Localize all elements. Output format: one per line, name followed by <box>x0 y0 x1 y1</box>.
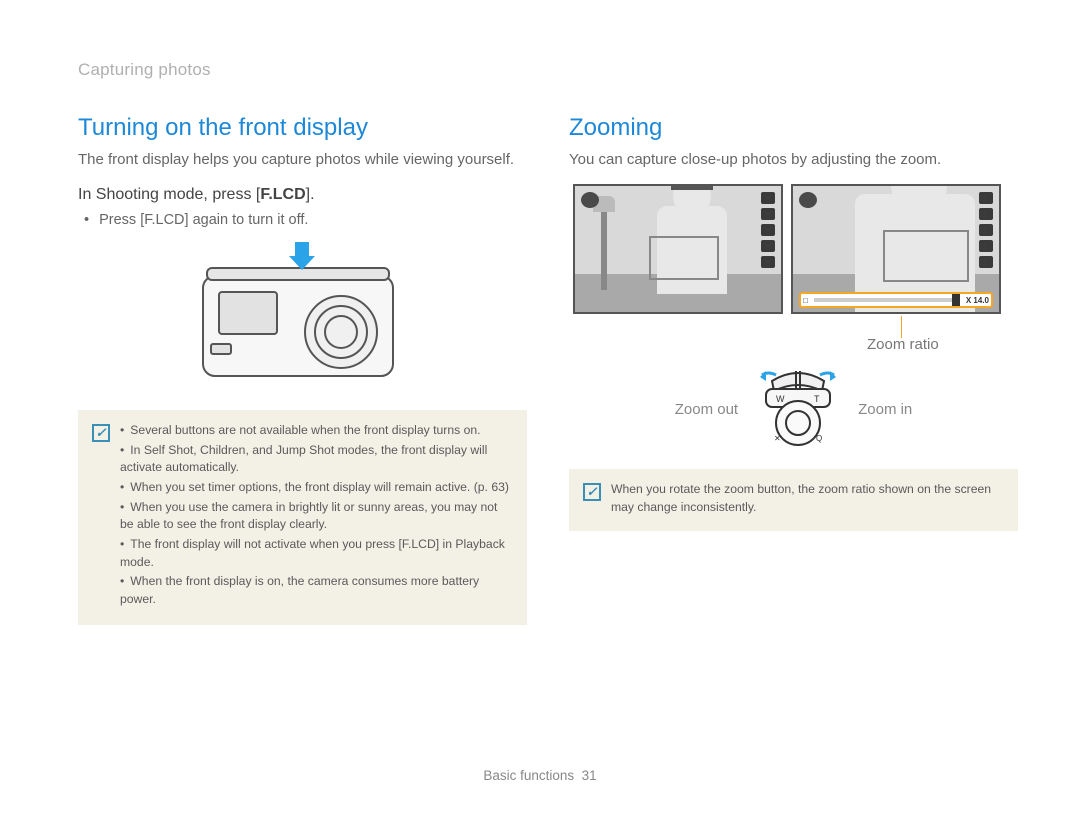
note-item: The front display will not activate when… <box>120 536 513 571</box>
zoom-note-box: ✓ When you rotate the zoom button, the z… <box>569 469 1018 530</box>
section-title-zooming: Zooming <box>569 114 1018 142</box>
zoom-note-text: When you rotate the zoom button, the zoo… <box>611 481 1004 516</box>
zoom-screen-tele: □ X 14.0 <box>791 184 1001 314</box>
note-item: Several buttons are not available when t… <box>120 422 513 440</box>
zoom-dial-row: Zoom out W T <box>569 369 1018 449</box>
svg-text:✕: ✕ <box>774 434 781 443</box>
front-display-notes: Several buttons are not available when t… <box>120 422 513 611</box>
zoom-ratio-bar: □ X 14.0 <box>799 292 993 308</box>
note-icon: ✓ <box>92 424 110 442</box>
note-icon: ✓ <box>583 483 601 501</box>
zoom-dial-illustration: W T ✕ Q <box>752 369 844 449</box>
left-column: Turning on the front display The front d… <box>78 114 527 625</box>
zoom-screens: □ X 14.0 <box>573 184 1018 314</box>
zoom-in-label: Zoom in <box>858 401 912 418</box>
front-display-note-box: ✓ Several buttons are not available when… <box>78 410 527 625</box>
zoom-ratio-label: Zoom ratio <box>867 336 1018 353</box>
breadcrumb: Capturing photos <box>78 60 1018 80</box>
note-item: When you use the camera in brightly lit … <box>120 499 513 534</box>
dial-w-label: W <box>776 394 785 404</box>
zoom-screen-wide <box>573 184 783 314</box>
page-footer: Basic functions 31 <box>0 768 1080 783</box>
note-item: When you set timer options, the front di… <box>120 479 513 497</box>
zoom-out-label: Zoom out <box>675 401 738 418</box>
dial-t-label: T <box>814 394 820 404</box>
zoom-ratio-leader <box>901 316 902 338</box>
zooming-intro: You can capture close-up photos by adjus… <box>569 150 1018 170</box>
front-display-intro: The front display helps you capture phot… <box>78 150 527 170</box>
section-title-front-display: Turning on the front display <box>78 114 527 142</box>
front-display-instruction: In Shooting mode, press [F.LCD]. <box>78 184 527 206</box>
note-item: When the front display is on, the camera… <box>120 573 513 608</box>
svg-text:Q: Q <box>816 434 822 443</box>
right-column: Zooming You can capture close-up photos … <box>569 114 1018 625</box>
note-item: In Self Shot, Children, and Jump Shot mo… <box>120 442 513 477</box>
camera-illustration <box>183 240 423 390</box>
front-display-sub-bullet: Press [F.LCD] again to turn it off. <box>84 212 527 228</box>
